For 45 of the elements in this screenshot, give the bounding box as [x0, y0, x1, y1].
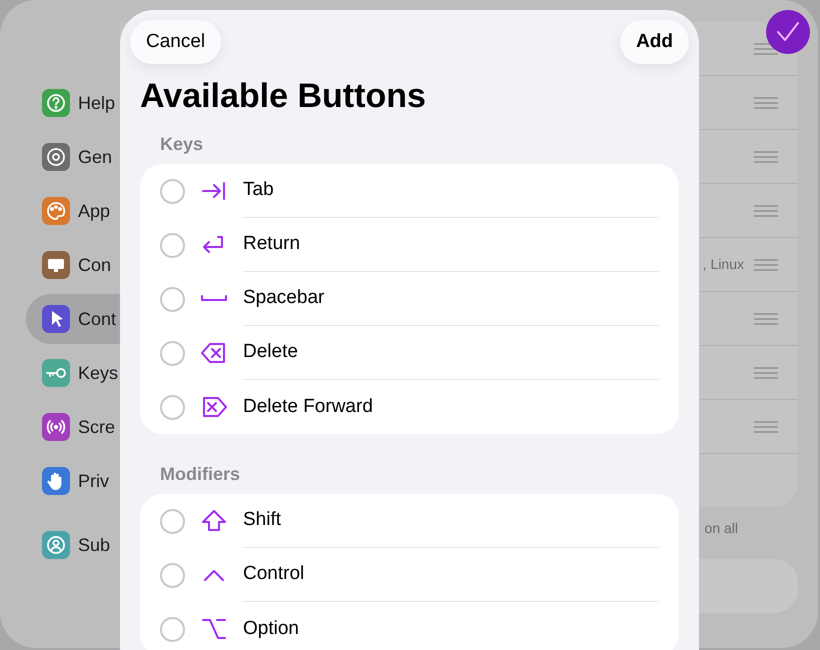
checkmark-button[interactable]	[766, 10, 810, 54]
delete-key-icon	[200, 340, 228, 366]
sidebar-item[interactable]: App	[26, 186, 120, 236]
option-label: Option	[243, 616, 299, 641]
option-row[interactable]: Shift	[140, 494, 679, 548]
drag-handle-icon[interactable]	[754, 420, 778, 432]
drag-handle-icon[interactable]	[754, 150, 778, 162]
sidebar-item[interactable]: Help	[26, 78, 120, 128]
list-detail: , Linux	[702, 255, 744, 274]
sidebar-item[interactable]: Scre	[26, 402, 120, 452]
drag-handle-icon[interactable]	[754, 96, 778, 108]
shift-arrow-icon	[200, 508, 228, 534]
option-row[interactable]: Tab	[140, 164, 679, 218]
footer-note: on all	[704, 518, 738, 538]
add-button[interactable]: Add	[620, 20, 689, 64]
drag-handle-icon[interactable]	[754, 204, 778, 216]
sidebar-item[interactable]: Sub	[26, 520, 120, 570]
drag-handle-icon[interactable]	[754, 258, 778, 270]
option-label: Spacebar	[243, 286, 324, 310]
option-row[interactable]: Return	[140, 218, 679, 272]
option-key-icon	[200, 616, 228, 642]
option-label: Tab	[243, 178, 274, 202]
sidebar-item[interactable]: Gen	[26, 132, 120, 182]
space-bar-icon	[200, 295, 228, 303]
drag-handle-icon[interactable]	[754, 312, 778, 324]
option-label: Control	[243, 562, 304, 586]
sheet-title: Available Buttons	[140, 76, 427, 116]
option-label: Delete Forward	[243, 394, 373, 419]
sidebar-item[interactable]: Keys	[26, 348, 120, 398]
sidebar-item[interactable]: Con	[26, 240, 120, 290]
option-label: Return	[243, 232, 300, 256]
sidebar-item[interactable]: Cont	[26, 294, 120, 344]
option-label: Shift	[243, 508, 282, 532]
option-row[interactable]: Delete	[140, 326, 679, 380]
option-row[interactable]: Option	[140, 602, 679, 650]
section-header: Modifiers	[160, 462, 240, 486]
option-row[interactable]: Control	[140, 548, 679, 602]
section-header: Keys	[160, 132, 204, 156]
sidebar-item[interactable]: Priv	[26, 456, 120, 506]
option-label: Delete	[243, 340, 298, 364]
drag-handle-icon[interactable]	[754, 366, 778, 378]
delete-forward-icon	[200, 394, 228, 420]
cancel-button[interactable]: Cancel	[130, 20, 222, 64]
option-row[interactable]: Spacebar	[140, 272, 679, 326]
option-row[interactable]: Delete Forward	[140, 380, 679, 434]
